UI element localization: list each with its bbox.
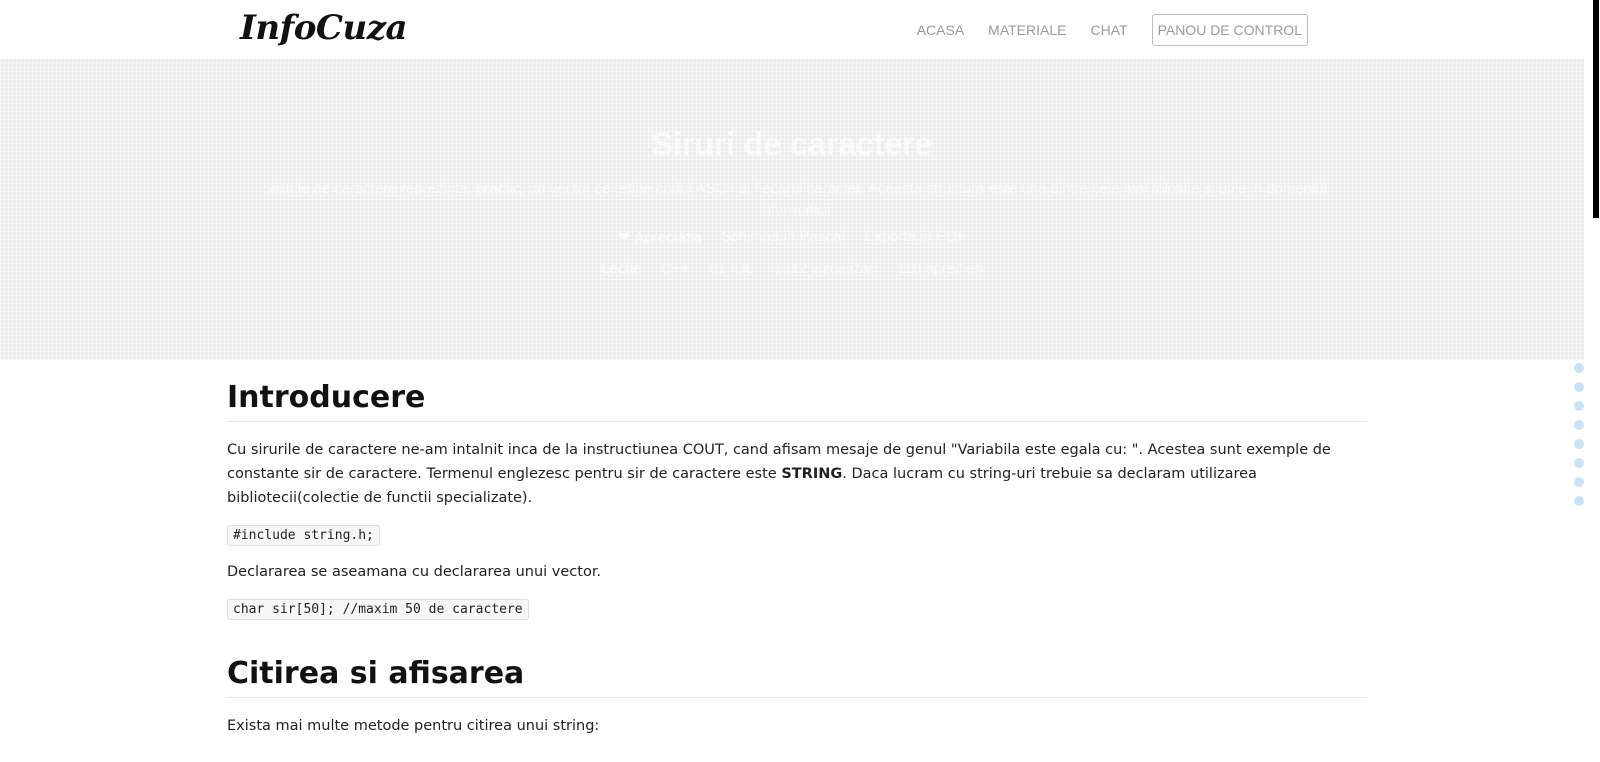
- lesson-description: Sirurile de caractere reprezinta, practi…: [262, 180, 1328, 219]
- section-dot[interactable]: [1574, 458, 1584, 468]
- scrollbar-thumb[interactable]: [1593, 0, 1599, 218]
- lesson-content: Introducere Cu sirurile de caractere ne-…: [227, 380, 1367, 752]
- scrollbar[interactable]: [1584, 0, 1600, 762]
- switch-pascal-button[interactable]: Schimba in Pascal: [721, 228, 844, 246]
- lesson-title: Siruri de caractere: [651, 126, 933, 162]
- citire-paragraph: Exista mai multe metode pentru citirea u…: [227, 718, 600, 734]
- lesson-actions: ❤ Apreciaza Schimba in Pascal Exporta in …: [0, 228, 1584, 246]
- nav-link-chat[interactable]: CHAT: [1090, 15, 1127, 45]
- section-heading-introducere: Introducere: [227, 380, 1367, 422]
- meta-type: Lectie: [601, 260, 642, 277]
- lesson-hero: Siruri de caractere Sirurile de caracter…: [0, 60, 1584, 360]
- brand-logo[interactable]: InfoCuza: [240, 8, 408, 48]
- like-label: Apreciaza: [634, 229, 702, 246]
- section-heading-citire: Citirea si afisarea: [227, 656, 1367, 698]
- meta-views: 1312 vizualizari: [773, 260, 878, 277]
- intro-text-strong: STRING: [781, 466, 843, 482]
- section-dot[interactable]: [1574, 382, 1584, 392]
- section-dot[interactable]: [1574, 439, 1584, 449]
- export-pdf-button[interactable]: Exporta in PDF: [864, 228, 966, 246]
- nav-link-acasa[interactable]: ACASA: [917, 15, 964, 45]
- section-dot[interactable]: [1574, 477, 1584, 487]
- navbar: InfoCuza ACASA MATERIALE CHAT PANOU DE C…: [0, 0, 1584, 60]
- nav-link-panou-de-control[interactable]: PANOU DE CONTROL: [1151, 14, 1308, 46]
- section-dot[interactable]: [1574, 363, 1584, 373]
- declaration-paragraph: Declararea se aseamana cu declararea unu…: [227, 564, 602, 580]
- meta-likes: 110 aprecieri: [897, 260, 983, 277]
- nav-links: ACASA MATERIALE CHAT PANOU DE CONTROL: [893, 14, 1308, 46]
- section-dots-nav: [1574, 363, 1584, 506]
- meta-language: C++: [661, 260, 690, 277]
- code-declaration: char sir[50]; //maxim 50 de caractere: [227, 599, 529, 620]
- lesson-meta: Lectie C++ 01 IUL 1312 vizualizari 110 a…: [0, 260, 1584, 277]
- like-button[interactable]: ❤ Apreciaza: [618, 228, 701, 246]
- section-dot[interactable]: [1574, 401, 1584, 411]
- meta-date: 01 IUL: [709, 260, 754, 277]
- heart-icon: ❤: [617, 229, 631, 246]
- code-include: #include string.h;: [227, 525, 380, 546]
- intro-paragraph: Cu sirurile de caractere ne-am intalnit …: [227, 438, 1367, 510]
- nav-link-materiale[interactable]: MATERIALE: [988, 15, 1066, 45]
- section-dot[interactable]: [1574, 420, 1584, 430]
- section-dot[interactable]: [1574, 496, 1584, 506]
